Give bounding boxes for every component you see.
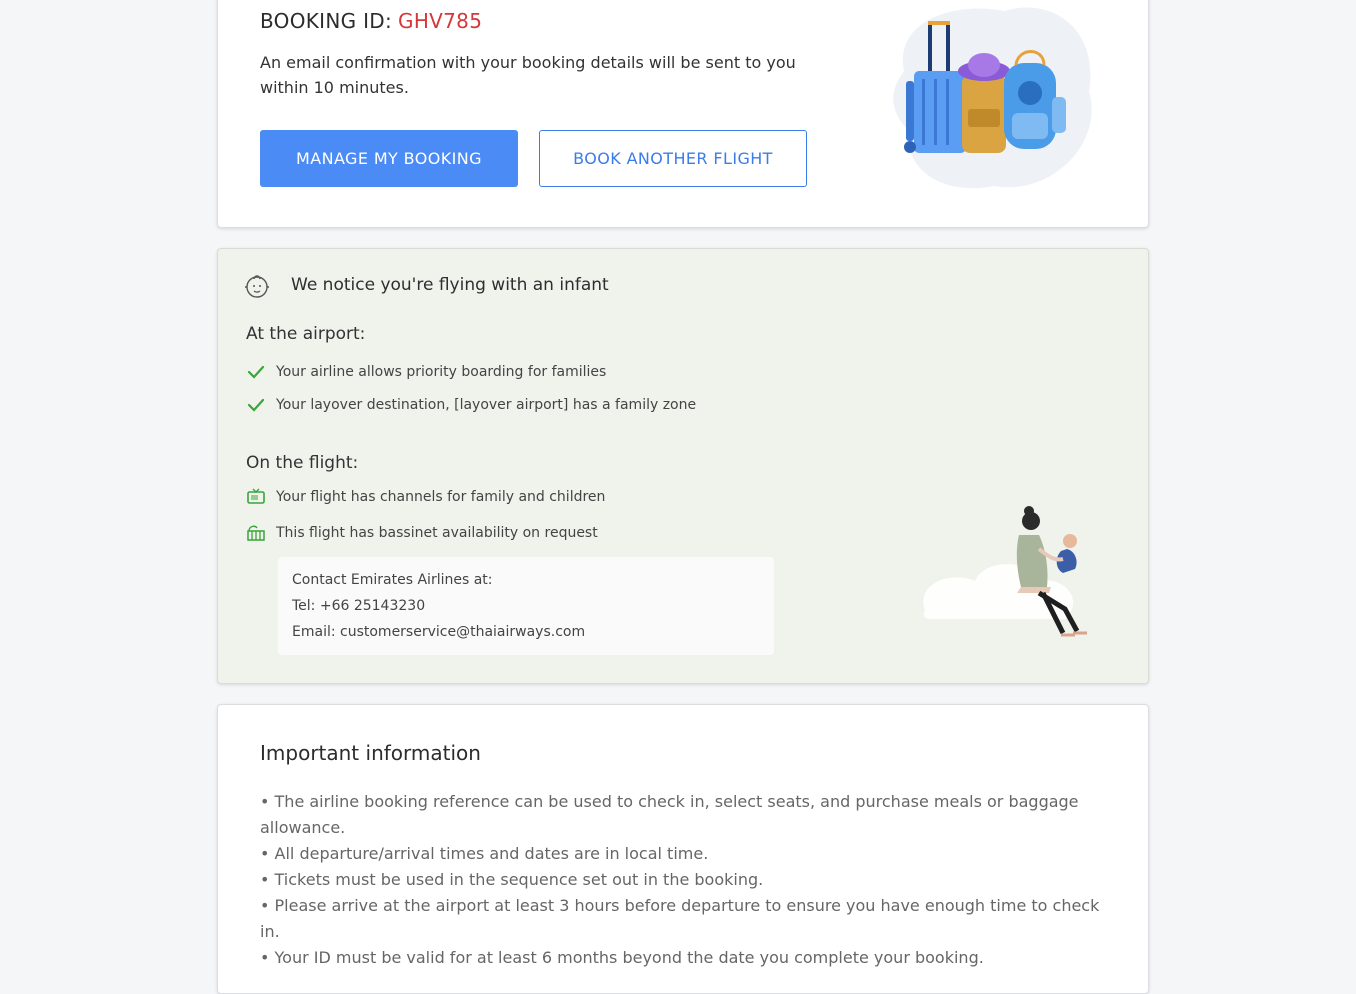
- important-information-list: • The airline booking reference can be u…: [260, 789, 1120, 971]
- booking-id: BOOKING ID: GHV785: [260, 9, 482, 33]
- important-information-card: Important information • The airline book…: [217, 704, 1149, 994]
- luggage-illustration: [893, 7, 1092, 189]
- infant-info-card: We notice you're flying with an infant A…: [217, 248, 1149, 684]
- airport-heading: At the airport:: [246, 324, 366, 344]
- contact-heading: Contact Emirates Airlines at:: [292, 572, 493, 588]
- flight-item-text: This flight has bassinet availability on…: [276, 525, 598, 541]
- contact-tel: Tel: +66 25143230: [292, 598, 426, 614]
- airport-item-text: Your airline allows priority boarding fo…: [276, 364, 607, 380]
- airline-contact-box: Contact Emirates Airlines at: Tel: +66 2…: [278, 557, 774, 655]
- bassinet-icon: [246, 523, 266, 543]
- flight-item: Your flight has channels for family and …: [246, 487, 605, 507]
- confirmation-text: An email confirmation with your booking …: [260, 53, 796, 97]
- baby-icon: [245, 275, 269, 298]
- important-information-title: Important information: [260, 741, 481, 765]
- booking-id-value: GHV785: [398, 9, 483, 33]
- info-item: • All departure/arrival times and dates …: [260, 844, 709, 863]
- flight-heading: On the flight:: [246, 453, 359, 473]
- info-item: • Tickets must be used in the sequence s…: [260, 870, 764, 889]
- airport-item: Your airline allows priority boarding fo…: [246, 362, 606, 382]
- booking-id-label: BOOKING ID:: [260, 9, 393, 33]
- info-item: • Your ID must be valid for at least 6 m…: [260, 948, 984, 967]
- infant-notice-title: We notice you're flying with an infant: [291, 275, 609, 295]
- check-icon: [246, 362, 266, 382]
- booking-confirmation-card: BOOKING ID: GHV785 An email confirmation …: [217, 0, 1149, 228]
- contact-email: Email: customerservice@thaiairways.com: [292, 624, 586, 640]
- info-item: • Please arrive at the airport at least …: [260, 896, 1100, 941]
- info-item: • The airline booking reference can be u…: [260, 792, 1079, 837]
- tv-icon: [246, 487, 266, 507]
- check-icon: [246, 395, 266, 415]
- flight-item-text: Your flight has channels for family and …: [276, 489, 606, 505]
- flight-item: This flight has bassinet availability on…: [246, 523, 598, 543]
- mother-infant-illustration: [923, 506, 1087, 637]
- book-another-flight-button[interactable]: BOOK ANOTHER FLIGHT: [539, 130, 807, 187]
- manage-booking-button[interactable]: MANAGE MY BOOKING: [260, 130, 518, 187]
- airport-item: Your layover destination, [layover airpo…: [246, 395, 696, 415]
- airport-item-text: Your layover destination, [layover airpo…: [276, 397, 697, 413]
